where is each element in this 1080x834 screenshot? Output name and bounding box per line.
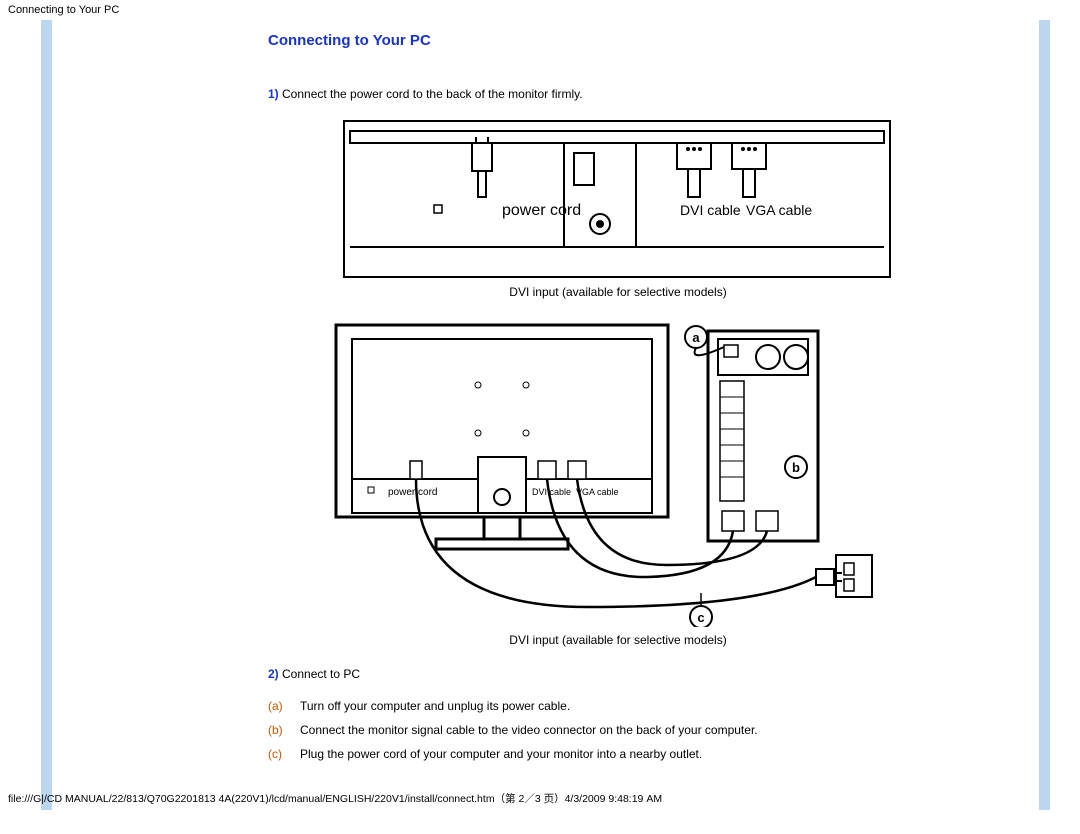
page-body: Connecting to Your PC 1) Connect the pow… <box>0 20 1080 810</box>
step-2: 2) Connect to PC <box>268 667 988 681</box>
svg-text:DVI cable: DVI cable <box>532 487 571 497</box>
step-2-text: Connect to PC <box>282 667 360 681</box>
figure-2-caption: DVI input (available for selective model… <box>268 633 968 647</box>
figure-2: power cord DVI cable VGA cable b <box>288 317 968 627</box>
page-header: Connecting to Your PC <box>0 0 1080 20</box>
step-1: 1) Connect the power cord to the back of… <box>268 87 988 101</box>
fig1-label-dvi: DVI cable <box>680 202 741 218</box>
content-column: Connecting to Your PC 1) Connect the pow… <box>268 32 988 771</box>
figure-1: power cord DVI cable VGA cable <box>332 119 902 279</box>
fig1-label-vga: VGA cable <box>746 202 812 218</box>
monitor-pc-wiring-icon: power cord DVI cable VGA cable b <box>328 317 928 627</box>
page-title: Connecting to Your PC <box>268 32 988 49</box>
step-1-text: Connect the power cord to the back of th… <box>282 87 583 101</box>
decor-bar-left <box>41 20 52 810</box>
substep-b-text: Connect the monitor signal cable to the … <box>300 723 758 737</box>
substep-a-mark: (a) <box>268 699 300 713</box>
substep-c: (c) Plug the power cord of your computer… <box>268 747 988 761</box>
svg-text:power cord: power cord <box>388 487 437 498</box>
substep-b: (b) Connect the monitor signal cable to … <box>268 723 988 737</box>
figure-1-caption: DVI input (available for selective model… <box>268 285 968 299</box>
svg-text:b: b <box>792 460 800 475</box>
substep-a-text: Turn off your computer and unplug its po… <box>300 699 570 713</box>
substep-list: (a) Turn off your computer and unplug it… <box>268 699 988 761</box>
step-1-number: 1) <box>268 87 279 101</box>
monitor-back-panel-icon: power cord DVI cable VGA cable <box>342 119 892 279</box>
substep-b-mark: (b) <box>268 723 300 737</box>
svg-text:a: a <box>692 330 700 345</box>
substep-c-text: Plug the power cord of your computer and… <box>300 747 702 761</box>
svg-text:VGA cable: VGA cable <box>576 487 619 497</box>
wall-outlet-icon <box>836 555 872 597</box>
decor-bar-right <box>1039 20 1050 810</box>
substep-c-mark: (c) <box>268 747 300 761</box>
step-2-number: 2) <box>268 667 279 681</box>
page-footer-path: file:///G|/CD MANUAL/22/813/Q70G2201813 … <box>8 791 662 806</box>
substep-a: (a) Turn off your computer and unplug it… <box>268 699 988 713</box>
svg-text:c: c <box>697 610 704 625</box>
fig1-label-power: power cord <box>502 202 581 219</box>
